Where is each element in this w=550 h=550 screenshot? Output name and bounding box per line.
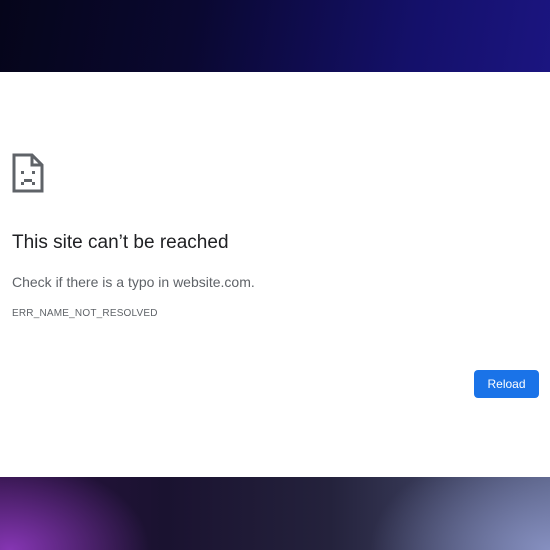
- error-code: ERR_NAME_NOT_RESOLVED: [12, 308, 158, 319]
- sad-page-icon: [12, 153, 44, 193]
- error-page: This site can’t be reached Check if ther…: [0, 72, 550, 477]
- page-title: This site can’t be reached: [12, 232, 229, 253]
- background-bottom-band: [0, 477, 550, 550]
- reload-button[interactable]: Reload: [474, 370, 539, 398]
- background-top-band: [0, 0, 550, 72]
- error-message: Check if there is a typo in website.com.: [12, 274, 255, 290]
